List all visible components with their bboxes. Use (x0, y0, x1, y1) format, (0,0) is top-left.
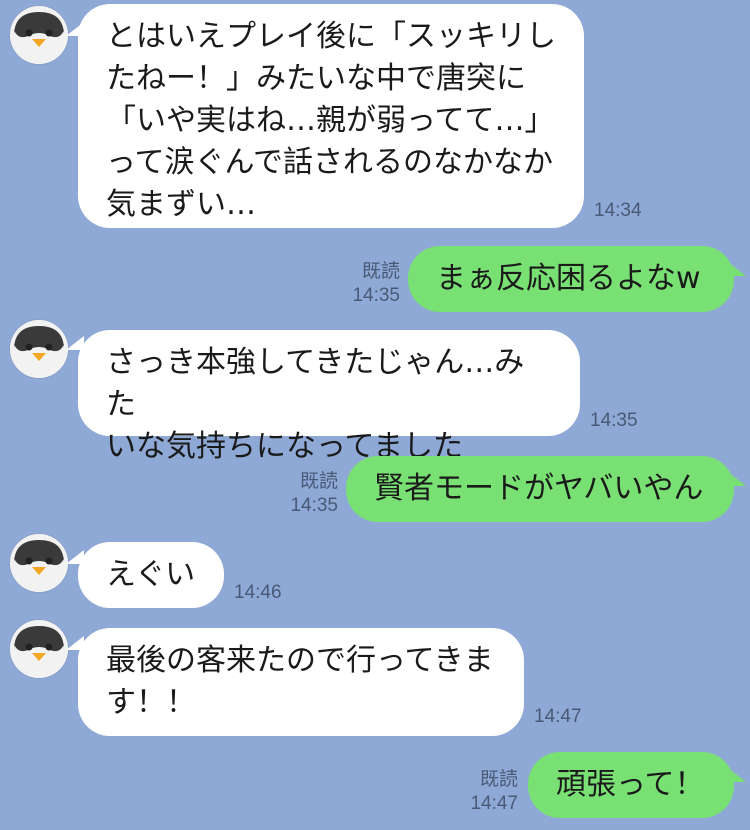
penguin-icon (10, 320, 68, 378)
message-bubble-6[interactable]: 最後の客来たので行ってきま す！！ (78, 628, 524, 736)
message-meta-4: 既読 14:35 (290, 470, 338, 518)
message-time-1: 14:34 (594, 200, 642, 221)
avatar[interactable] (10, 620, 68, 678)
message-time-7: 14:47 (470, 793, 518, 814)
message-bubble-4[interactable]: 賢者モードがヤバいやん (346, 456, 734, 522)
avatar[interactable] (10, 320, 68, 378)
read-receipt: 既読 (299, 471, 338, 492)
avatar[interactable] (10, 6, 68, 64)
read-receipt: 既読 (479, 769, 518, 790)
penguin-icon (10, 620, 68, 678)
read-receipt: 既読 (361, 261, 400, 282)
message-time-2: 14:35 (352, 285, 400, 306)
message-time-5: 14:46 (234, 582, 282, 603)
message-bubble-5[interactable]: えぐい (78, 542, 224, 608)
message-meta-7: 既読 14:47 (470, 768, 518, 816)
message-time-6: 14:47 (534, 706, 582, 727)
penguin-icon (10, 534, 68, 592)
message-time-4: 14:35 (290, 495, 338, 516)
penguin-icon (10, 6, 68, 64)
message-bubble-3[interactable]: さっき本強してきたじゃん…みた いな気持ちになってました (78, 330, 580, 464)
message-bubble-7[interactable]: 頑張って！ (528, 752, 734, 818)
message-meta-2: 既読 14:35 (352, 260, 400, 308)
message-bubble-2[interactable]: まぁ反応困るよなw (408, 246, 734, 312)
message-time-3: 14:35 (590, 410, 638, 431)
avatar[interactable] (10, 534, 68, 592)
message-bubble-1[interactable]: とはいえプレイ後に「スッキリし たねー！」みたいな中で唐突に 「いや実はね…親が… (78, 4, 584, 228)
